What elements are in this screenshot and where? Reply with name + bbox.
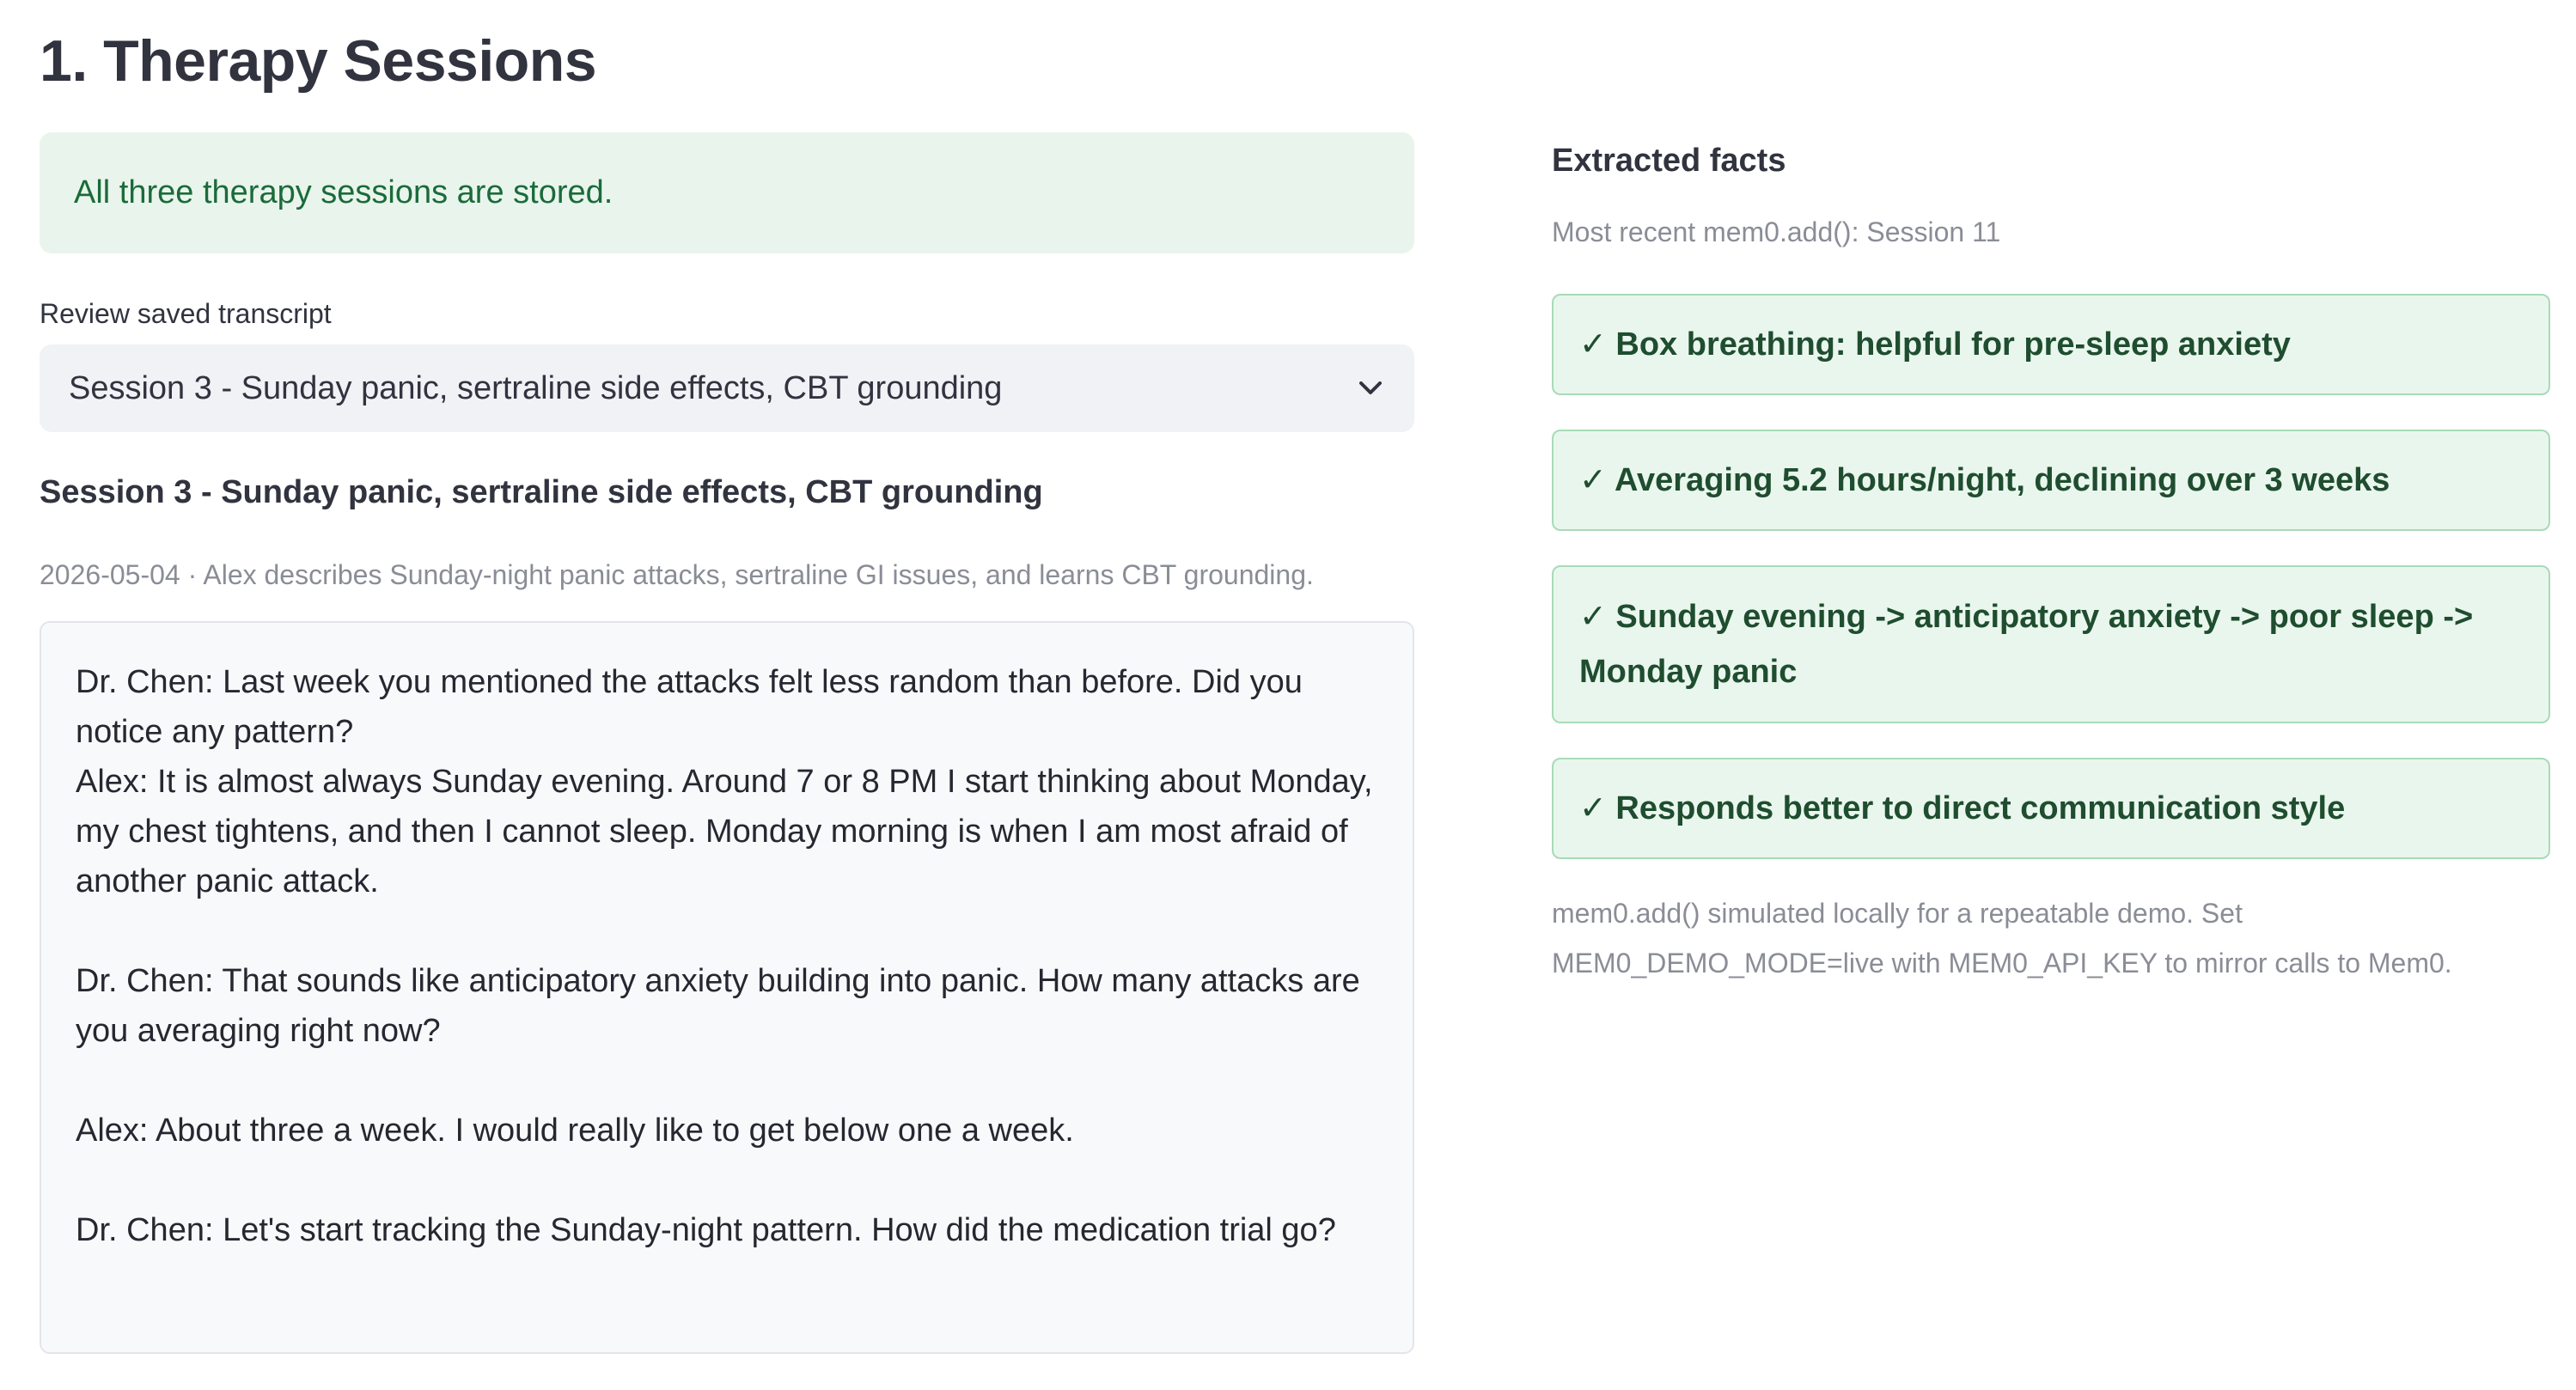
fact-text: Averaging 5.2 hours/night, declining ove… [1615,462,2390,498]
check-icon: ✓ [1579,790,1607,826]
success-message: All three therapy sessions are stored. [74,174,613,210]
fact-card: ✓ Responds better to direct communicatio… [1552,758,2550,859]
transcript-select[interactable]: Session 3 - Sunday panic, sertraline sid… [40,344,1414,432]
fact-card: ✓ Averaging 5.2 hours/night, declining o… [1552,430,2550,531]
transcript-select-label: Review saved transcript [40,298,332,329]
fact-list: ✓ Box breathing: helpful for pre-sleep a… [1552,294,2550,859]
session-heading: Session 3 - Sunday panic, sertraline sid… [40,474,1043,510]
transcript-select-value: Session 3 - Sunday panic, sertraline sid… [69,369,1003,406]
fact-text: Sunday evening -> anticipatory anxiety -… [1579,599,2474,690]
check-icon: ✓ [1579,326,1607,363]
app-page: 1. Therapy Sessions All three therapy se… [0,0,2576,1390]
fact-text: Responds better to direct communication … [1615,790,2346,826]
success-alert: All three therapy sessions are stored. [40,132,1414,253]
facts-footnote: mem0.add() simulated locally for a repea… [1552,898,2452,978]
facts-subheading: Most recent mem0.add(): Session 11 [1552,216,2001,247]
fact-text: Box breathing: helpful for pre-sleep anx… [1615,326,2291,363]
sessions-column: All three therapy sessions are stored. R… [40,132,1414,1354]
page-title: 1. Therapy Sessions [40,28,597,94]
fact-card: ✓ Box breathing: helpful for pre-sleep a… [1552,294,2550,395]
fact-card: ✓ Sunday evening -> anticipatory anxiety… [1552,565,2550,723]
transcript-textarea[interactable]: Dr. Chen: Last week you mentioned the at… [40,621,1414,1354]
check-icon: ✓ [1579,462,1607,498]
check-icon: ✓ [1579,599,1607,635]
facts-column: Extracted facts Most recent mem0.add(): … [1552,129,2550,988]
session-caption: 2026-05-04 · Alex describes Sunday-night… [40,559,1314,590]
facts-heading: Extracted facts [1552,143,1786,179]
chevron-down-icon[interactable] [1356,374,1385,403]
